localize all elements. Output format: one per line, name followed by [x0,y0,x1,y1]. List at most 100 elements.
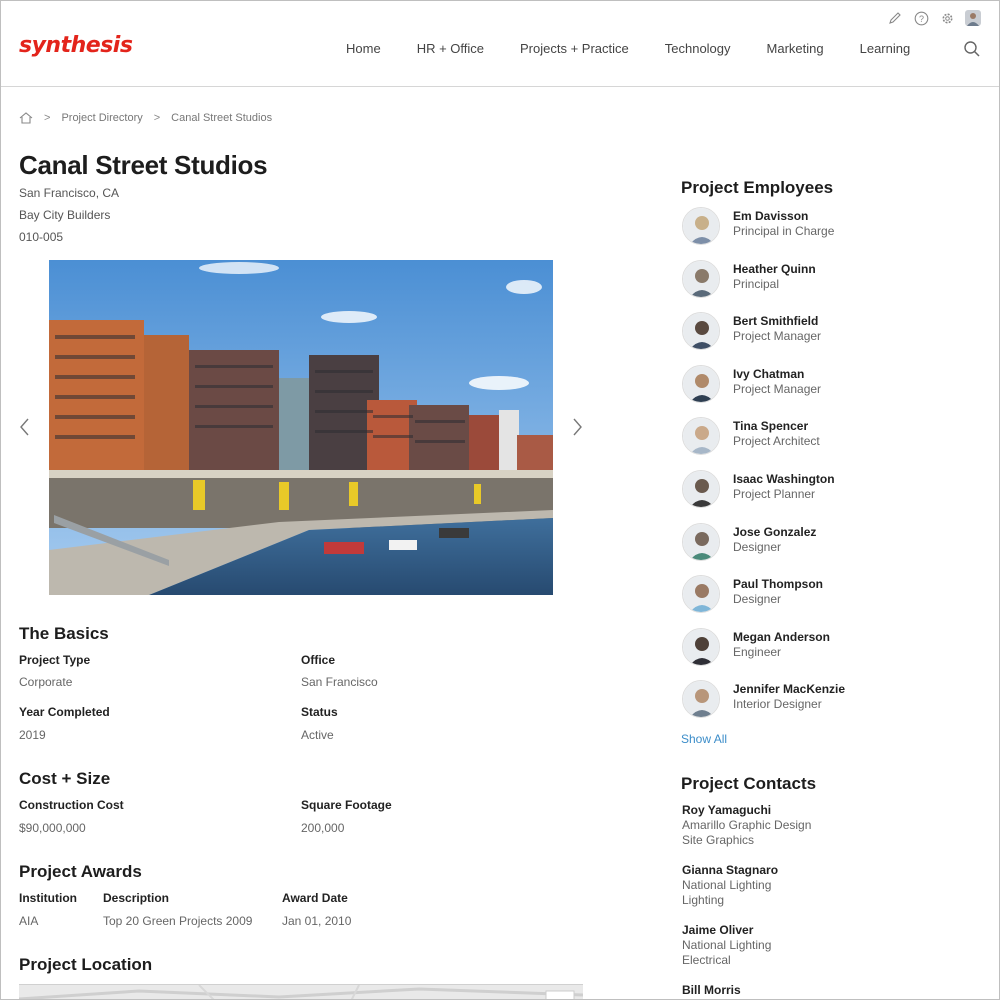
carousel-prev-icon[interactable] [17,415,33,439]
square-footage-label: Square Footage [301,798,392,812]
avatar[interactable] [682,259,720,298]
nav-technology[interactable]: Technology [647,41,749,56]
help-icon[interactable]: ? [913,10,929,26]
award-institution: AIA [19,914,39,928]
avatar[interactable] [682,470,720,508]
employee-role: Project Manager [733,329,822,344]
user-avatar[interactable] [965,10,981,26]
construction-cost-value: $90,000,000 [19,821,86,835]
employee-role: Principal [733,276,780,291]
employee-row[interactable]: Ivy Chatman Project Manager [681,364,981,405]
show-all-link[interactable]: Show All [681,732,727,746]
project-type-label: Project Type [19,653,91,667]
breadcrumb-separator: > [44,112,51,124]
contact-item: Roy Yamaguchi Amarillo Graphic Design Site… [682,803,982,848]
contact-item: Bill Morris [682,983,982,998]
employee-row[interactable]: Jennifer MacKenzie Interior Designer [681,680,981,720]
awards-column-description: Description [103,891,170,905]
breadcrumb-project-directory[interactable]: Project Directory [61,112,142,124]
employee-name[interactable]: Ivy Chatman [733,367,804,381]
employee-role: Principal in Charge [733,224,835,238]
year-completed-value: 2019 [19,728,46,742]
avatar[interactable] [682,680,720,719]
employee-row[interactable]: Isaac Washington Project Planner [681,470,981,510]
nav-learning[interactable]: Learning [842,41,929,56]
pencil-icon[interactable] [887,10,903,26]
nav-marketing[interactable]: Marketing [749,41,842,56]
avatar[interactable] [682,575,720,614]
contacts-heading: Project Contacts [681,774,817,793]
avatar[interactable] [682,207,720,245]
contact-specialty: Site Graphics [682,833,755,847]
breadcrumb-current: Canal Street Studios [171,112,273,124]
avatar[interactable] [682,312,720,351]
contact-specialty: Electrical [682,953,731,967]
employee-role: Interior Designer [733,697,822,712]
avatar[interactable] [682,364,720,403]
utility-toolbar: ? [887,10,981,26]
employee-row[interactable]: Bert Smithfield Project Manager [681,312,981,352]
breadcrumb: > Project Directory > Canal Street Studi… [19,112,272,124]
home-icon[interactable] [19,112,33,124]
employee-name[interactable]: Heather Quinn [733,262,816,276]
project-client: Bay City Builders [19,208,111,222]
search-icon[interactable] [963,40,981,58]
employee-name[interactable]: Megan Anderson [733,630,830,644]
employee-row[interactable]: Tina Spencer Project Architect [681,417,981,457]
contact-item: Jaime Oliver National Lighting Electrical [682,923,982,968]
carousel-next-icon[interactable] [569,415,585,439]
year-completed-label: Year Completed [19,705,110,719]
contact-name[interactable]: Bill Morris [682,983,982,998]
status-value: Active [301,728,334,742]
employee-role: Designer [733,592,782,607]
contact-name[interactable]: Jaime Oliver [682,923,982,938]
project-type-value: Corporate [19,675,73,689]
contact-name[interactable]: Gianna Stagnaro [682,863,982,878]
nav-projects-practice[interactable]: Projects + Practice [502,41,647,56]
employee-name[interactable]: Tina Spencer [733,419,808,433]
project-number: 010-005 [19,230,64,244]
employee-role: Project Architect [733,434,820,449]
status-label: Status [301,705,338,719]
employee-name[interactable]: Jose Gonzalez [733,525,816,539]
employee-name[interactable]: Isaac Washington [733,472,835,486]
top-bar: ? synthesis Home HR + Office Projects + … [1,1,999,87]
awards-column-institution: Institution [19,891,77,905]
page: ? synthesis Home HR + Office Projects + … [0,0,1000,1000]
avatar[interactable] [682,627,720,666]
award-description: Top 20 Green Projects 2009 [103,914,253,928]
employee-name[interactable]: Jennifer MacKenzie [733,682,845,696]
employee-name[interactable]: Em Davisson [733,209,808,223]
avatar[interactable] [682,417,720,456]
employee-role: Project Manager [733,381,822,396]
construction-cost-label: Construction Cost [19,798,124,812]
employee-name[interactable]: Paul Thompson [733,577,823,591]
synthesis-logo[interactable]: synthesis [19,33,133,58]
cost-size-heading: Cost + Size [19,769,111,788]
breadcrumb-separator: > [153,112,161,124]
employee-row[interactable]: Em Davisson Principal in Charge [681,207,981,247]
employee-row[interactable]: Heather Quinn Principal [681,259,981,300]
project-location: San Francisco, CA [19,186,120,200]
office-value: San Francisco [301,675,378,689]
basics-heading: The Basics [19,624,109,643]
contact-name[interactable]: Roy Yamaguchi [682,803,982,818]
employee-role: Project Planner [733,487,816,501]
employee-row[interactable]: Megan Anderson Engineer [681,627,981,668]
page-title: Canal Street Studios [19,150,268,180]
employee-role: Designer [733,539,782,554]
employee-role: Engineer [733,644,782,659]
gear-icon[interactable] [939,10,955,26]
nav-hr-office[interactable]: HR + Office [399,41,502,56]
contact-company: National Lighting [682,938,772,952]
location-map[interactable] [18,984,584,999]
nav-home[interactable]: Home [328,41,399,56]
contact-company: National Lighting [682,878,772,892]
avatar[interactable] [682,522,720,561]
project-photo [49,260,553,595]
employee-name[interactable]: Bert Smithfield [733,314,818,328]
office-label: Office [301,653,336,667]
awards-column-award-date: Award Date [282,891,348,905]
employee-row[interactable]: Paul Thompson Designer [681,575,981,615]
employee-row[interactable]: Jose Gonzalez Designer [681,522,981,563]
